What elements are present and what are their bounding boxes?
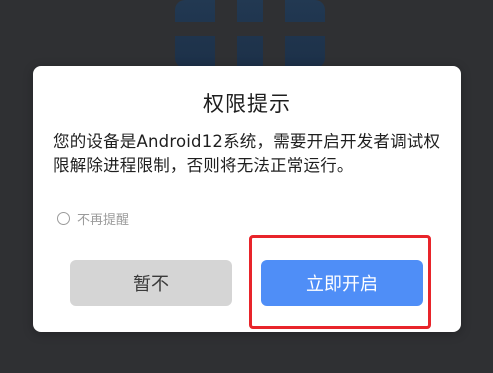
dont-remind-label: 不再提醒: [77, 212, 130, 228]
permission-dialog: 权限提示 您的设备是Android12系统，需要开启开发者调试权限解除进程限制，…: [33, 66, 461, 332]
cancel-button[interactable]: 暂不: [70, 260, 232, 306]
dialog-title: 权限提示: [203, 92, 291, 116]
background-app-logo: [175, 0, 325, 68]
dialog-message: 您的设备是Android12系统，需要开启开发者调试权限解除进程限制，否则将无法…: [53, 132, 441, 175]
radio-circle-icon[interactable]: [57, 211, 70, 225]
dont-remind-checkbox[interactable]: 不再提醒: [57, 208, 129, 228]
screen: 权限提示 您的设备是Android12系统，需要开启开发者调试权限解除进程限制，…: [0, 0, 493, 373]
enable-now-button[interactable]: 立即开启: [261, 260, 423, 306]
